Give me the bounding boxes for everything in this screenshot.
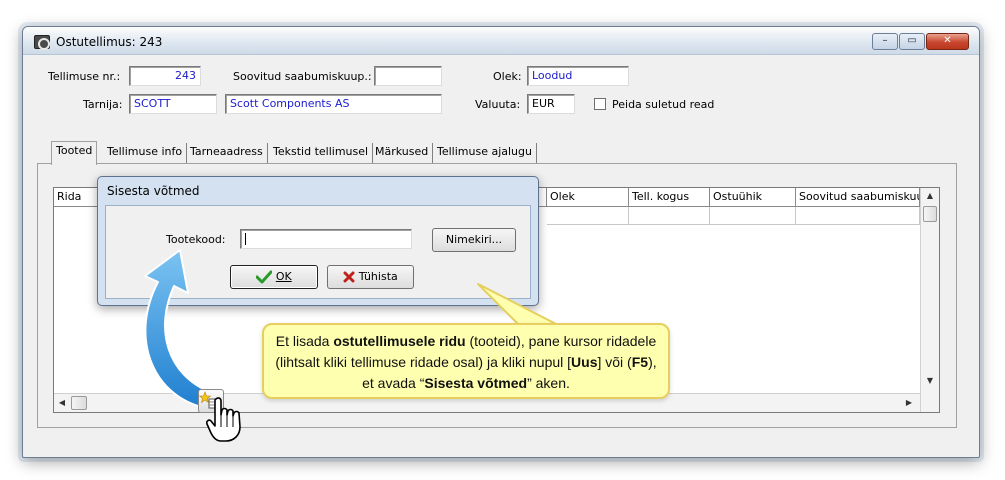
product-code-label: Tootekood: (166, 233, 226, 246)
ok-button[interactable]: OK (230, 265, 318, 289)
order-no-label: Tellimuse nr.: (48, 70, 121, 83)
column-header-olek[interactable]: Olek (547, 188, 629, 207)
order-no-field[interactable]: 243 (129, 66, 201, 86)
tab-tarneaadress[interactable]: Tarneaadress (186, 143, 268, 163)
restore-icon: ▭ (907, 35, 917, 46)
title-bar[interactable]: Ostutellimus: 243 – ▭ ✕ (23, 27, 979, 55)
dialog-title: Sisesta võtmed (107, 184, 200, 198)
tab-markused[interactable]: Märkused (371, 143, 434, 163)
hide-closed-checkbox[interactable] (594, 98, 606, 110)
grid-cell[interactable] (547, 207, 629, 225)
scroll-right-icon[interactable]: ▶ (904, 398, 914, 407)
desired-arrival-field[interactable] (374, 66, 442, 86)
status-label: Olek: (493, 70, 522, 83)
column-header-tell-kogus[interactable]: Tell. kogus (629, 188, 710, 207)
vertical-scrollbar[interactable]: ▲ ▼ (920, 188, 939, 412)
callout-text: ] või ( (597, 354, 632, 370)
tab-tellimuse-ajalugu[interactable]: Tellimuse ajalugu (433, 143, 537, 163)
scroll-down-icon[interactable]: ▼ (921, 376, 939, 385)
app-icon (34, 35, 50, 50)
callout-bold-text: Sisesta võtmed (424, 375, 528, 391)
supplier-name-field[interactable]: Scott Components AS (225, 94, 442, 114)
checkmark-icon (255, 270, 273, 284)
cancel-button[interactable]: Tühista (327, 265, 414, 289)
text-caret (245, 233, 246, 245)
callout-bold-text: ostutellimusele ridu (333, 333, 466, 349)
scroll-up-icon[interactable]: ▲ (921, 191, 939, 200)
hide-closed-label: Peida suletud read (612, 98, 715, 111)
dialog-body: Tootekood: Nimekiri... OK Tühista (105, 205, 531, 299)
minimize-icon: – (882, 35, 888, 46)
grid-cell[interactable] (629, 207, 710, 225)
callout-bold-text: Uus (571, 354, 598, 370)
tab-tooted[interactable]: Tooted (51, 141, 98, 165)
hand-cursor-icon (206, 397, 241, 442)
instruction-callout: Et lisada ostutellimusele ridu (tooteid)… (262, 323, 670, 399)
grid-cell[interactable] (796, 207, 920, 225)
close-icon: ✕ (943, 35, 952, 46)
grid-cell[interactable] (710, 207, 796, 225)
cancel-button-label: Tühista (358, 270, 398, 283)
minimize-button[interactable]: – (872, 33, 898, 50)
cross-icon (343, 271, 355, 283)
supplier-label: Tarnija: (83, 98, 123, 111)
currency-field[interactable]: EUR (527, 94, 575, 114)
close-button[interactable]: ✕ (926, 33, 969, 50)
tab-tellimuse-info[interactable]: Tellimuse info (103, 143, 188, 163)
tab-tekstid-tellimusel[interactable]: Tekstid tellimusel (269, 143, 374, 163)
currency-label: Valuuta: (475, 98, 521, 111)
column-header-ostuuhik[interactable]: Ostuühik (710, 188, 796, 207)
scroll-left-icon[interactable]: ◀ (57, 398, 67, 407)
enter-keys-dialog: Sisesta võtmed Tootekood: Nimekiri... OK… (97, 176, 539, 306)
callout-bold-text: F5 (631, 354, 649, 370)
horizontal-scroll-thumb[interactable] (71, 396, 87, 410)
callout-text: ” aken. (527, 375, 570, 391)
supplier-code-field[interactable]: SCOTT (129, 94, 217, 114)
vertical-scroll-thumb[interactable] (923, 206, 937, 222)
restore-button[interactable]: ▭ (899, 33, 925, 50)
product-code-input[interactable] (240, 229, 412, 249)
column-header-soovitud-saabumiskuu[interactable]: Soovitud saabumiskuu (796, 188, 920, 207)
list-button[interactable]: Nimekiri... (432, 228, 516, 252)
status-field[interactable]: Loodud (527, 66, 629, 86)
callout-text: Et lisada (275, 333, 334, 349)
desired-arrival-label: Soovitud saabumiskuup.: (233, 70, 372, 83)
ok-button-label: OK (275, 270, 292, 283)
window-title: Ostutellimus: 243 (56, 35, 163, 49)
